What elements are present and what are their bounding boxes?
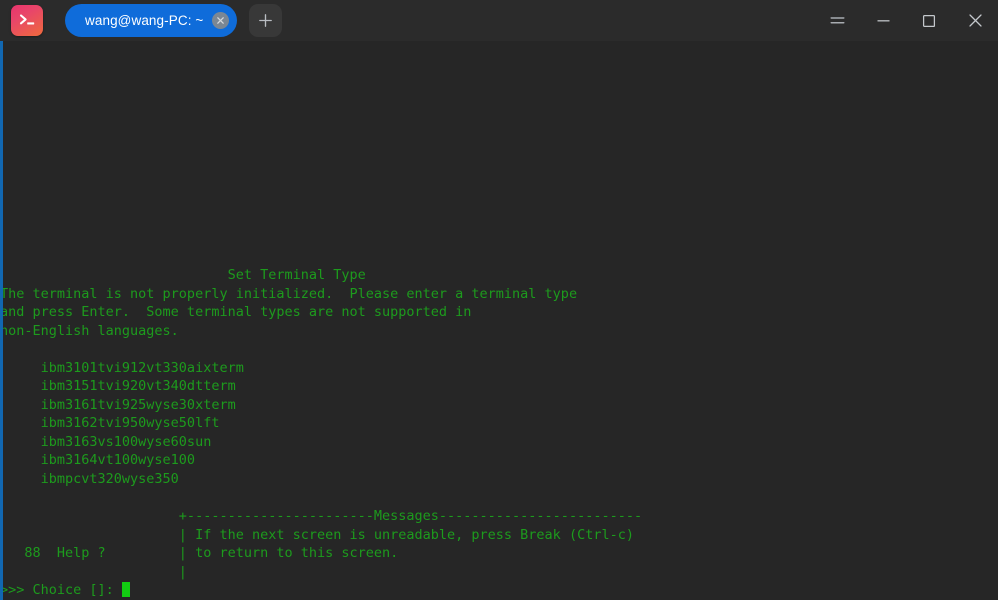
- new-tab-button[interactable]: [249, 4, 283, 37]
- tab-close-icon[interactable]: [212, 12, 230, 29]
- terminal-line: ibm3161tvi925wyse30xterm: [0, 396, 236, 413]
- terminal-left-accent: [0, 41, 3, 600]
- text-cursor: [121, 582, 130, 598]
- prompt-label: >>> Choice []:: [0, 582, 122, 599]
- terminal-line: |: [0, 563, 187, 580]
- plus-icon: [258, 13, 273, 28]
- tab-wang-wang-pc[interactable]: wang@wang-PC: ~: [65, 4, 238, 37]
- terminal-prompt-icon: [11, 5, 43, 36]
- terminal-line: ibm3162tvi950wyse50lft: [0, 415, 220, 432]
- terminal-line: | If the next screen is unreadable, pres…: [0, 526, 634, 543]
- terminal-line: ibm3101tvi912vt330aixterm: [0, 359, 244, 376]
- terminal-line: 88 Help ? | to return to this screen.: [0, 545, 399, 562]
- terminal-line: and press Enter. Some terminal types are…: [0, 304, 472, 321]
- terminal-line: ibm3151tvi920vt340dtterm: [0, 378, 236, 395]
- hamburger-menu-icon[interactable]: [814, 0, 860, 41]
- terminal-line: +-----------------------Messages--------…: [0, 508, 643, 525]
- terminal-line: ibm3164vt100wyse100: [0, 452, 196, 469]
- window-controls: [814, 0, 998, 41]
- terminal-window: wang@wang-PC: ~ Set Terminal Type The te…: [0, 0, 998, 600]
- close-icon[interactable]: [952, 0, 998, 41]
- tab-strip: wang@wang-PC: ~: [65, 4, 283, 37]
- terminal-screen[interactable]: Set Terminal Type The terminal is not pro…: [0, 62, 998, 600]
- terminal-prompt-line[interactable]: >>> Choice []:: [0, 581, 998, 600]
- terminal-line: Set Terminal Type: [0, 267, 366, 284]
- tab-title: wang@wang-PC: ~: [85, 13, 204, 28]
- terminal-line: ibm3163vs100wyse60sun: [0, 433, 212, 450]
- terminal-pane[interactable]: Set Terminal Type The terminal is not pro…: [0, 41, 998, 600]
- title-bar: wang@wang-PC: ~: [0, 0, 998, 41]
- terminal-line: non-English languages.: [0, 322, 179, 339]
- maximize-icon[interactable]: [906, 0, 952, 41]
- minimize-icon[interactable]: [860, 0, 906, 41]
- terminal-line: ibmpcvt320wyse350: [0, 471, 179, 488]
- terminal-line: The terminal is not properly initialized…: [0, 285, 578, 302]
